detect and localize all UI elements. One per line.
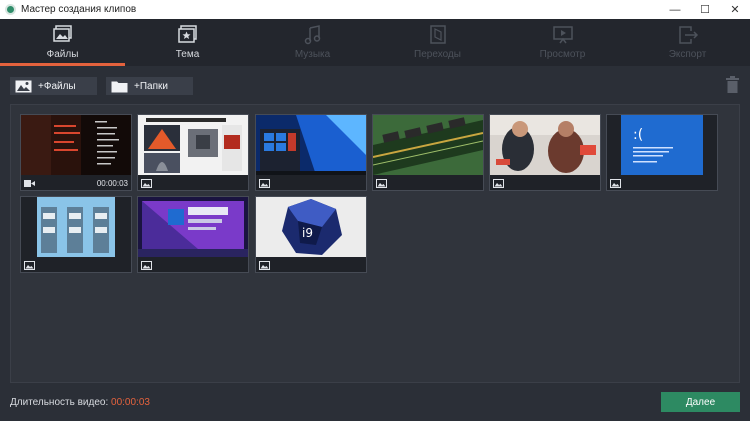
image-type-icon	[141, 178, 152, 188]
files-icon	[52, 25, 72, 42]
close-button[interactable]: ✕	[720, 0, 750, 19]
folder-icon	[111, 81, 128, 92]
svg-text:i9: i9	[302, 226, 313, 240]
media-item[interactable]: :(	[606, 114, 718, 191]
duration-label: Длительность видео:	[10, 397, 109, 408]
media-item[interactable]: 00:00:03	[20, 114, 132, 191]
app-logo-icon	[5, 4, 16, 15]
theme-icon	[177, 25, 197, 43]
add-files-label: +Файлы	[38, 80, 76, 92]
image-type-icon	[376, 178, 387, 188]
media-item-footer	[138, 176, 248, 190]
media-thumbnail	[138, 115, 248, 175]
media-item[interactable]	[137, 196, 249, 273]
image-icon	[15, 80, 32, 92]
music-icon	[304, 25, 320, 45]
maximize-button[interactable]: ☐	[690, 0, 720, 19]
wizard-tabs: Файлы Тема Музыка Переходы Просмотр Эксп…	[0, 19, 750, 66]
media-duration: 00:00:03	[96, 178, 128, 188]
window-controls: — ☐ ✕	[660, 0, 750, 19]
media-item[interactable]	[255, 114, 367, 191]
media-item[interactable]	[489, 114, 601, 191]
tab-transitions[interactable]: Переходы	[375, 19, 500, 66]
tab-files[interactable]: Файлы	[0, 19, 125, 66]
video-camera-icon	[24, 179, 35, 187]
add-folders-label: +Папки	[134, 80, 168, 92]
image-type-icon	[610, 178, 621, 188]
next-button[interactable]: Далее	[661, 392, 740, 412]
media-thumbnail	[373, 115, 483, 175]
tab-label: Просмотр	[539, 49, 586, 60]
image-type-icon	[259, 260, 270, 270]
media-item-footer	[256, 258, 366, 272]
video-duration-info: Длительность видео: 00:00:03	[10, 397, 150, 408]
media-item[interactable]	[20, 196, 132, 273]
preview-icon	[552, 26, 573, 44]
media-item-footer	[138, 258, 248, 272]
image-type-icon	[24, 260, 35, 270]
media-thumbnail: :(	[607, 115, 717, 175]
media-grid: 00:00:03:(i9	[10, 104, 740, 383]
title-bar: Мастер создания клипов — ☐ ✕	[0, 0, 750, 19]
tab-theme[interactable]: Тема	[125, 19, 250, 66]
tab-label: Экспорт	[668, 49, 707, 60]
media-thumbnail	[490, 115, 600, 175]
tab-label: Музыка	[294, 49, 331, 60]
image-type-icon	[493, 178, 504, 188]
media-thumbnail	[256, 115, 366, 175]
window-title: Мастер создания клипов	[21, 4, 137, 15]
media-item-footer	[21, 258, 131, 272]
media-thumbnail: i9	[256, 197, 366, 257]
image-type-icon	[141, 260, 152, 270]
media-item-footer	[607, 176, 717, 190]
tab-music[interactable]: Музыка	[250, 19, 375, 66]
media-item[interactable]	[137, 114, 249, 191]
tab-preview[interactable]: Просмотр	[500, 19, 625, 66]
trash-icon[interactable]	[725, 76, 740, 94]
media-item[interactable]	[372, 114, 484, 191]
minimize-button[interactable]: —	[660, 0, 690, 19]
tab-label: Тема	[175, 49, 200, 60]
duration-value: 00:00:03	[111, 397, 150, 408]
add-files-button[interactable]: +Файлы	[10, 77, 97, 95]
tab-label: Файлы	[46, 49, 79, 60]
media-thumbnail	[21, 115, 131, 175]
export-icon	[678, 26, 698, 44]
svg-text::(: :(	[633, 127, 643, 143]
media-thumbnail	[21, 197, 131, 257]
media-item-footer	[373, 176, 483, 190]
media-item-footer	[490, 176, 600, 190]
image-type-icon	[259, 178, 270, 188]
transitions-icon	[429, 25, 446, 44]
media-thumbnail	[138, 197, 248, 257]
tab-label: Переходы	[414, 49, 461, 60]
media-item[interactable]: i9	[255, 196, 367, 273]
media-item-footer	[256, 176, 366, 190]
tab-export[interactable]: Экспорт	[625, 19, 750, 66]
add-folders-button[interactable]: +Папки	[106, 77, 193, 95]
media-item-footer: 00:00:03	[21, 176, 131, 190]
